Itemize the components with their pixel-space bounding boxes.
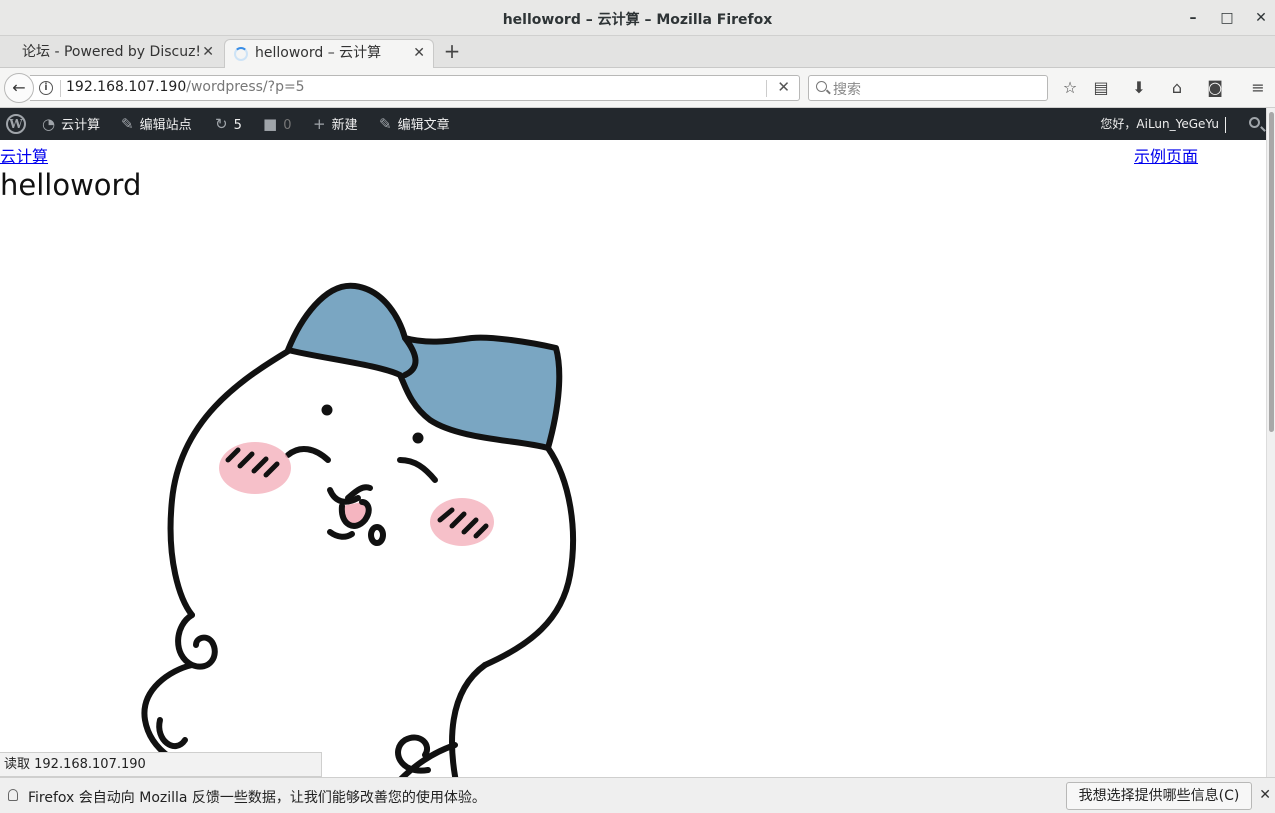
wp-new-label: 新建 <box>331 118 358 133</box>
tab-discuz[interactable]: 论坛 - Powered by Discuz! ✕ <box>10 39 222 68</box>
wp-site-menu[interactable]: ◔ 云计算 <box>42 108 100 140</box>
pocket-icon[interactable]: ◙ <box>1205 78 1225 98</box>
wp-greeting: 您好，AiLun_YeGeYu <box>1100 117 1219 131</box>
tab-close-icon[interactable]: ✕ <box>413 40 425 67</box>
tab-label: 论坛 - Powered by Discuz! <box>22 44 202 60</box>
url-bar[interactable]: i 192.168.107.190/wordpress/?p=5 ✕ <box>30 75 800 101</box>
stop-loading-icon[interactable]: ✕ <box>777 78 790 96</box>
data-reporting-notification: Firefox 会自动向 Mozilla 反馈一些数据，让我们能够改善您的使用体… <box>0 777 1275 813</box>
window-close-button[interactable]: ✕ <box>1252 9 1270 27</box>
comment-icon: ■ <box>263 115 278 133</box>
dashboard-icon: ◔ <box>42 115 56 133</box>
wp-customize-label: 编辑站点 <box>139 118 192 133</box>
menu-icon[interactable]: ≡ <box>1248 78 1268 98</box>
plus-icon: + <box>313 115 326 133</box>
notification-close-icon[interactable]: ✕ <box>1259 787 1271 803</box>
wp-updates-menu[interactable]: ↻ 5 <box>215 108 242 140</box>
reading-list-icon[interactable]: ▤ <box>1091 78 1111 98</box>
tab-close-icon[interactable]: ✕ <box>202 39 214 66</box>
url-host: 192.168.107.190 <box>66 79 187 95</box>
divider <box>60 80 61 97</box>
brush-icon: ✎ <box>121 115 134 133</box>
post-title: helloword <box>0 168 142 202</box>
site-info-icon[interactable]: i <box>39 81 53 95</box>
tab-strip: 论坛 - Powered by Discuz! ✕ helloword – 云计… <box>0 36 1275 68</box>
tab-label: helloword – 云计算 <box>255 45 382 61</box>
choose-data-button[interactable]: 我想选择提供哪些信息(C) <box>1066 782 1252 810</box>
page-scrollbar[interactable] <box>1266 108 1275 777</box>
wp-site-name: 云计算 <box>61 118 101 133</box>
window-titlebar: helloword – 云计算 – Mozilla Firefox – □ ✕ <box>0 0 1275 36</box>
wp-comments-count: 0 <box>283 118 292 133</box>
search-icon <box>816 81 827 92</box>
scrollbar-thumb[interactable] <box>1269 112 1274 432</box>
url-text[interactable]: 192.168.107.190/wordpress/?p=5 <box>66 79 305 95</box>
lightbulb-icon <box>8 789 18 801</box>
updates-icon: ↻ <box>215 115 228 133</box>
site-title-link[interactable]: 云计算 <box>0 143 48 167</box>
navigation-toolbar: i 192.168.107.190/wordpress/?p=5 ✕ ← 搜索 … <box>0 68 1275 108</box>
window-title: helloword – 云计算 – Mozilla Firefox <box>502 12 773 28</box>
text-cursor <box>1225 116 1226 133</box>
sample-page-link[interactable]: 示例页面 <box>1134 143 1198 167</box>
status-panel: 读取 192.168.107.190 <box>0 752 322 777</box>
wp-updates-count: 5 <box>233 118 242 133</box>
loading-spinner-icon <box>234 47 248 61</box>
url-path: /wordpress/?p=5 <box>186 79 305 95</box>
wp-search-icon[interactable] <box>1249 117 1260 128</box>
tab-helloword[interactable]: helloword – 云计算 ✕ <box>224 39 434 68</box>
search-placeholder: 搜索 <box>833 82 861 98</box>
maximize-button[interactable]: □ <box>1218 9 1236 27</box>
back-button[interactable]: ← <box>4 73 34 103</box>
bookmark-star-icon[interactable]: ☆ <box>1060 78 1080 98</box>
wp-admin-bar: W ◔ 云计算 ✎ 编辑站点 ↻ 5 ■ 0 + 新建 ✎ 编辑文章 您好，AiLun_Ye… <box>0 108 1266 140</box>
wp-edit-post-menu[interactable]: ✎ 编辑文章 <box>379 108 450 140</box>
wp-comments-menu[interactable]: ■ 0 <box>263 108 291 140</box>
home-icon[interactable]: ⌂ <box>1167 78 1187 98</box>
cartoon-cat-image <box>141 282 577 777</box>
pencil-icon: ✎ <box>379 115 392 133</box>
divider <box>766 80 767 97</box>
notification-text: Firefox 会自动向 Mozilla 反馈一些数据，让我们能够改善您的使用体… <box>28 790 486 806</box>
wp-edit-post-label: 编辑文章 <box>397 118 450 133</box>
new-tab-button[interactable]: + <box>443 38 461 64</box>
wordpress-logo-icon[interactable]: W <box>6 114 26 134</box>
page-content: 云计算 示例页面 helloword <box>0 140 1266 777</box>
search-input[interactable]: 搜索 <box>808 75 1048 101</box>
wp-customize-menu[interactable]: ✎ 编辑站点 <box>121 108 192 140</box>
wp-account-menu[interactable]: 您好，AiLun_YeGeYu <box>1100 108 1226 140</box>
minimize-button[interactable]: – <box>1184 9 1202 27</box>
wp-new-menu[interactable]: + 新建 <box>313 108 358 140</box>
downloads-icon[interactable]: ⬇ <box>1129 78 1149 98</box>
